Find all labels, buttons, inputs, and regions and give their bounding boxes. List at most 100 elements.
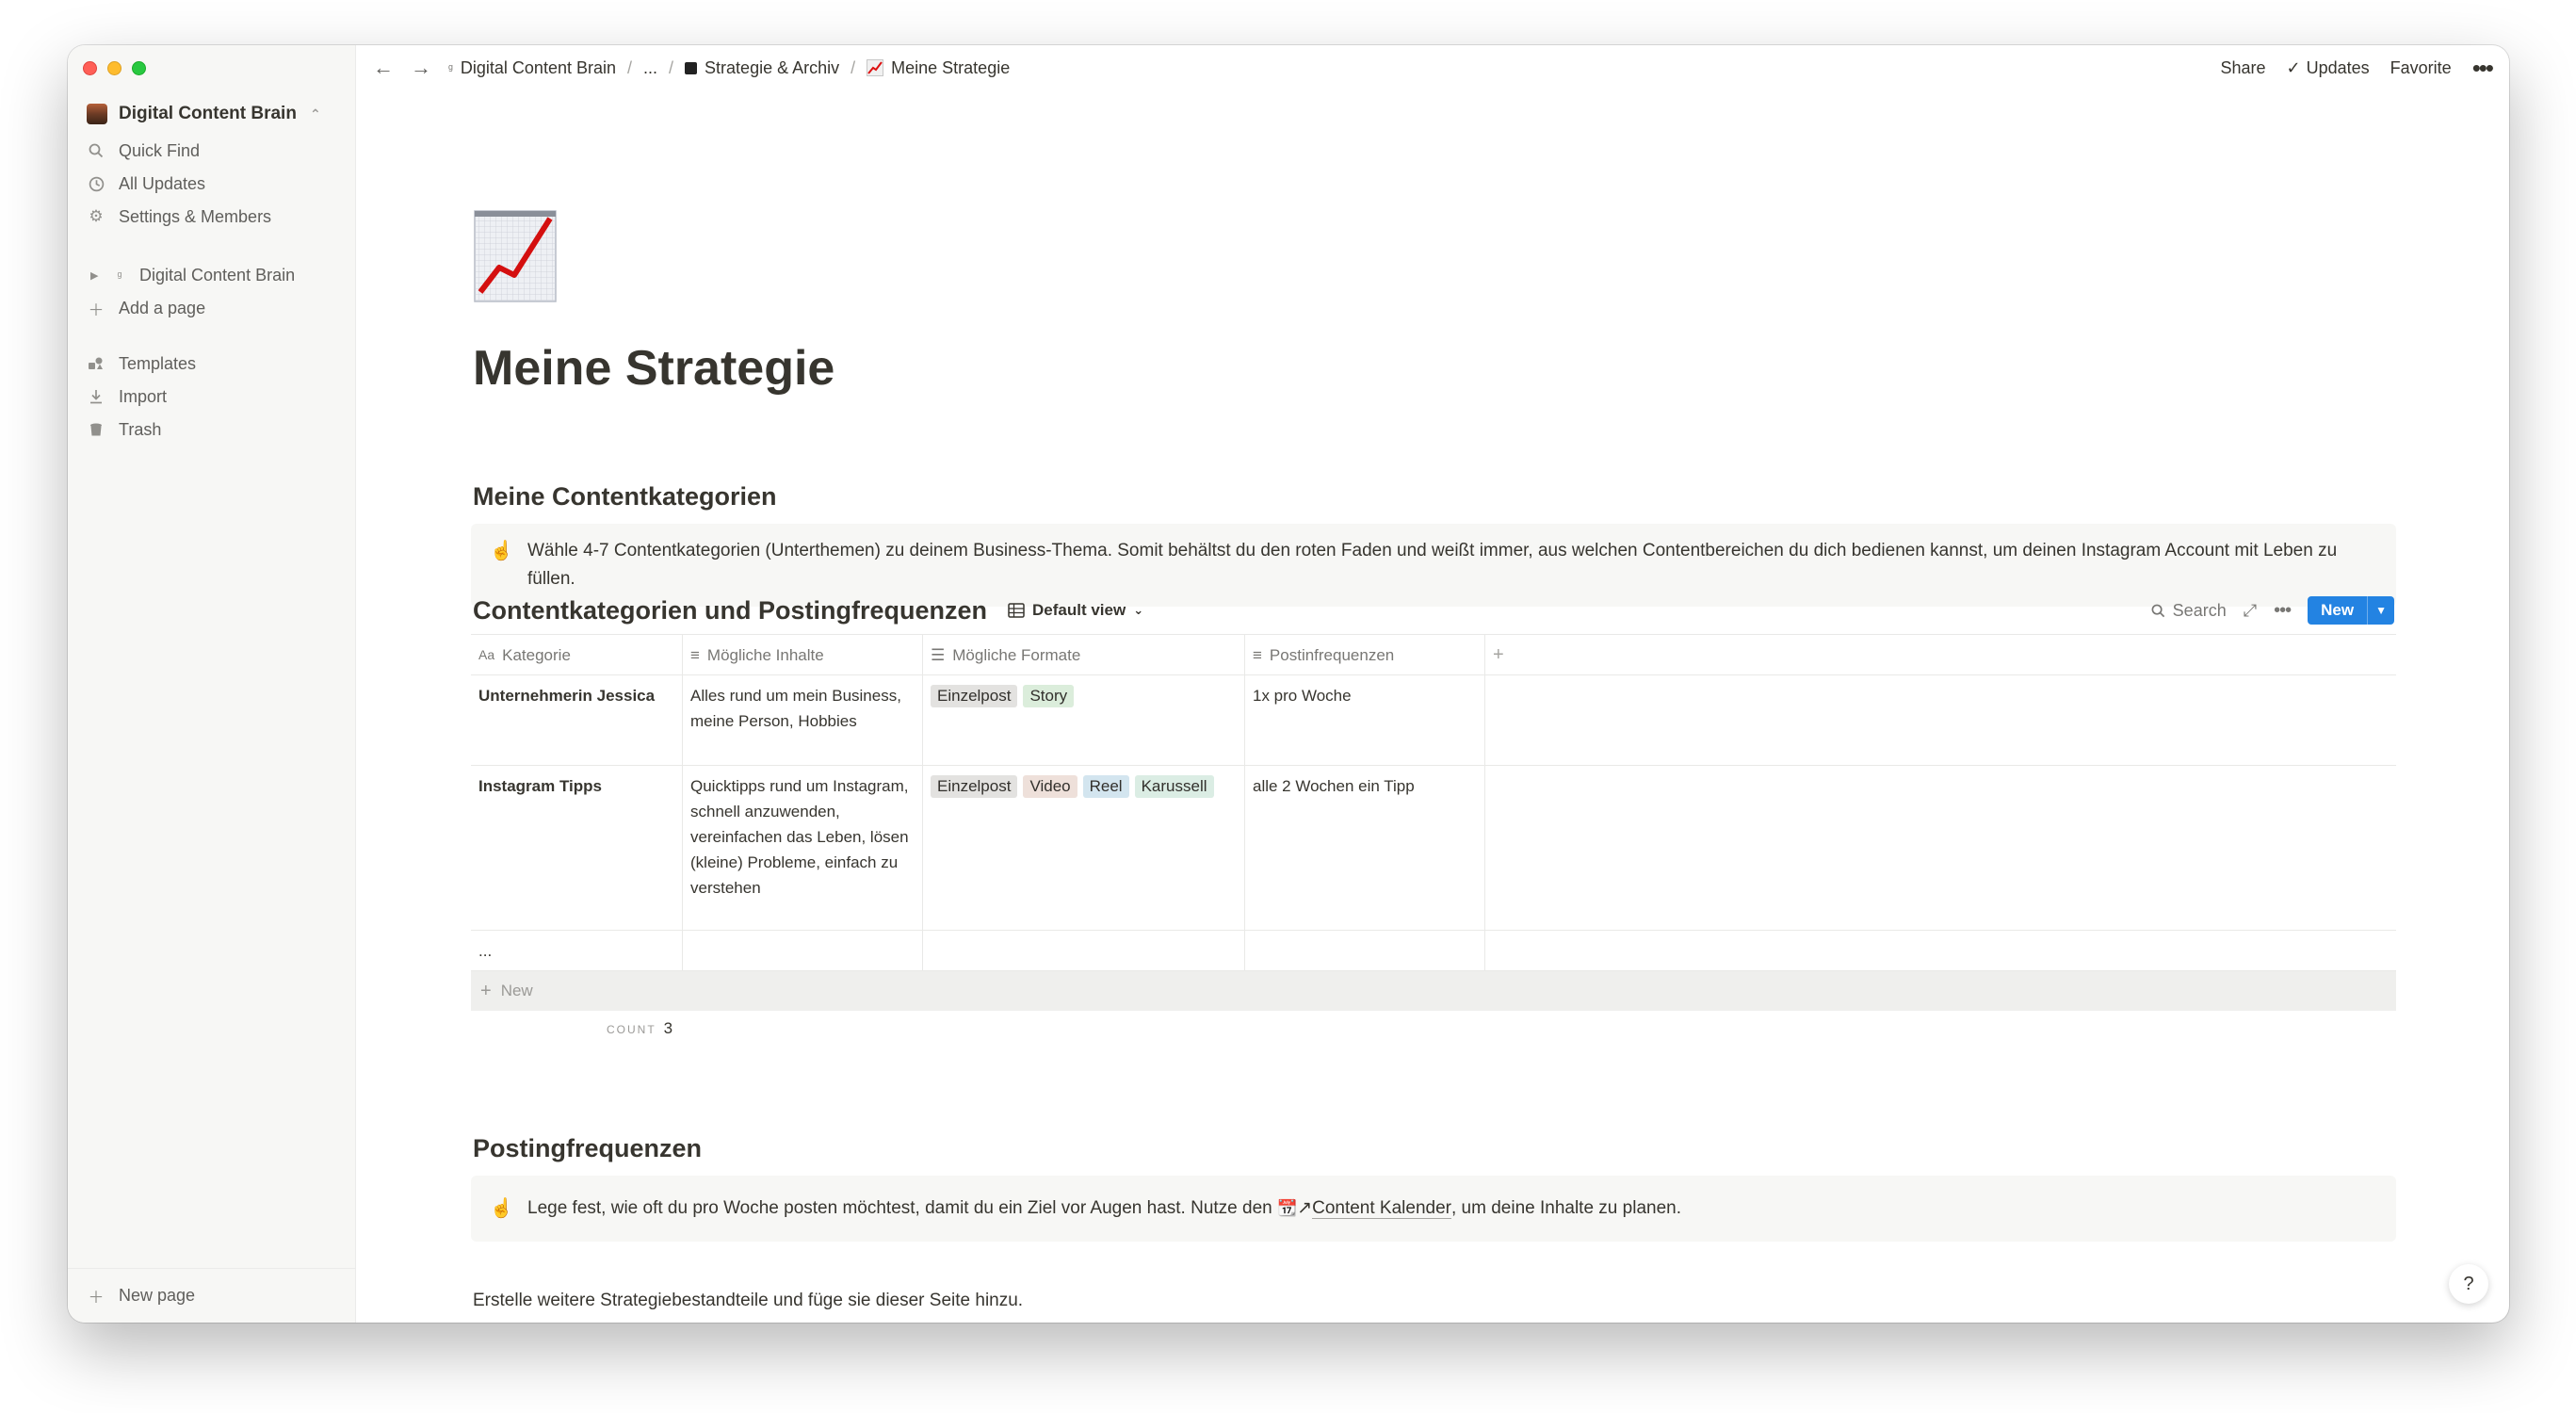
sidebar-item-label: Templates bbox=[119, 353, 197, 373]
sidebar-item-import[interactable]: Import bbox=[87, 382, 336, 412]
pointing-finger-icon: ☝️ bbox=[490, 541, 513, 561]
table-row[interactable]: ... bbox=[471, 931, 2396, 971]
import-icon bbox=[87, 389, 105, 404]
footer-paragraph[interactable]: Erstelle weitere Strategiebestandteile u… bbox=[473, 1291, 1023, 1311]
content-kalender-link[interactable]: Content Kalender bbox=[1312, 1198, 1451, 1219]
sidebar-item-trash[interactable]: Trash bbox=[87, 414, 336, 445]
chart-increasing-icon[interactable] bbox=[473, 209, 558, 303]
cell-empty[interactable] bbox=[1485, 675, 2396, 765]
table-row[interactable]: Instagram Tipps Quicktipps rund um Insta… bbox=[471, 766, 2396, 931]
cell-empty[interactable] bbox=[1485, 766, 2396, 930]
title-property-icon: Aa bbox=[478, 646, 495, 662]
share-button[interactable]: Share bbox=[2220, 58, 2265, 78]
breadcrumb-strategie-archiv[interactable]: Strategie & Archiv bbox=[685, 58, 839, 78]
sidebar-item-label: All Updates bbox=[119, 173, 206, 193]
breadcrumb-current-page[interactable]: Meine Strategie bbox=[867, 58, 1010, 78]
cell-formate[interactable] bbox=[923, 931, 1245, 970]
new-record-button[interactable]: New ▼ bbox=[2308, 596, 2394, 625]
add-column-button[interactable]: + bbox=[1485, 635, 2396, 674]
text-property-icon: ≡ bbox=[690, 645, 700, 664]
app-window: Digital Content Brain ⌃ Quick Find All U… bbox=[68, 45, 2509, 1323]
cell-kategorie[interactable]: Instagram Tipps bbox=[471, 766, 683, 930]
sidebar-item-all-updates[interactable]: All Updates bbox=[87, 169, 336, 199]
page-title[interactable]: Meine Strategie bbox=[473, 340, 834, 397]
cell-kategorie[interactable]: Unternehmerin Jessica bbox=[471, 675, 683, 765]
tag-video: Video bbox=[1023, 775, 1077, 798]
favorite-button[interactable]: Favorite bbox=[2390, 58, 2452, 78]
cell-frequenz[interactable]: 1x pro Woche bbox=[1245, 675, 1485, 765]
cell-inhalte[interactable]: Quicktipps rund um Instagram, schnell an… bbox=[683, 766, 923, 930]
text-property-icon: ≡ bbox=[1253, 645, 1262, 664]
table-header-row: Aa Kategorie ≡ Mögliche Inhalte ☰ Möglic… bbox=[471, 635, 2396, 675]
expand-icon[interactable]: ⤢ bbox=[2244, 601, 2257, 621]
column-header-formate[interactable]: ☰ Mögliche Formate bbox=[923, 635, 1245, 674]
more-options-icon[interactable]: ••• bbox=[2472, 56, 2494, 80]
callout-text: Wähle 4-7 Contentkategorien (Unterthemen… bbox=[527, 541, 2338, 589]
database-search[interactable]: Search bbox=[2151, 601, 2227, 621]
new-page-button[interactable]: ＋ New page bbox=[68, 1268, 355, 1323]
section-heading-postingfrequenzen[interactable]: Postingfrequenzen bbox=[473, 1134, 702, 1163]
callout-postingfrequenzen[interactable]: ☝️ Lege fest, wie oft du pro Woche poste… bbox=[471, 1176, 2396, 1242]
updates-button[interactable]: ✓ Updates bbox=[2287, 58, 2370, 78]
tag-reel: Reel bbox=[1082, 775, 1129, 798]
cell-empty[interactable] bbox=[1485, 931, 2396, 970]
back-arrow-icon[interactable]: ← bbox=[373, 56, 394, 80]
cell-frequenz[interactable]: alle 2 Wochen ein Tipp bbox=[1245, 766, 1485, 930]
database-table: Aa Kategorie ≡ Mögliche Inhalte ☰ Möglic… bbox=[471, 634, 2396, 1011]
breadcrumb-workspace[interactable]: ᵍ Digital Content Brain bbox=[448, 58, 616, 78]
search-icon bbox=[87, 143, 105, 158]
sidebar-item-label: Quick Find bbox=[119, 140, 201, 160]
add-row-button[interactable]: + New bbox=[471, 971, 2396, 1011]
add-row-label: New bbox=[500, 982, 533, 999]
plus-icon: ＋ bbox=[88, 300, 105, 319]
sidebar-item-label: Settings & Members bbox=[119, 206, 272, 226]
zoom-window-button[interactable] bbox=[132, 61, 146, 75]
callout-text-before: Lege fest, wie oft du pro Woche posten m… bbox=[527, 1198, 1277, 1218]
count-aggregation[interactable]: COUNT 3 bbox=[607, 1019, 672, 1038]
chevron-down-icon: ⌄ bbox=[1133, 603, 1144, 617]
expand-triangle-icon[interactable]: ▶ bbox=[90, 269, 100, 282]
database-header: Contentkategorien und Postingfrequenzen … bbox=[473, 590, 2394, 631]
close-window-button[interactable] bbox=[83, 61, 97, 75]
view-switcher[interactable]: Default view ⌄ bbox=[1008, 601, 1143, 620]
breadcrumb-separator: / bbox=[627, 57, 633, 77]
plus-icon: ＋ bbox=[88, 1289, 105, 1307]
sidebar-page-digital-content-brain[interactable]: ▶ ᵍ Digital Content Brain bbox=[87, 260, 336, 290]
cell-frequenz[interactable] bbox=[1245, 931, 1485, 970]
count-label: COUNT bbox=[607, 1023, 656, 1036]
sidebar-item-quick-find[interactable]: Quick Find bbox=[87, 136, 336, 166]
cell-kategorie[interactable]: ... bbox=[471, 931, 683, 970]
cell-inhalte[interactable]: Alles rund um mein Business, meine Perso… bbox=[683, 675, 923, 765]
multi-select-icon: ☰ bbox=[931, 645, 946, 664]
view-name: Default view bbox=[1032, 601, 1126, 619]
cell-inhalte[interactable] bbox=[683, 931, 923, 970]
chevron-down-icon[interactable]: ▼ bbox=[2367, 596, 2394, 625]
help-button[interactable]: ? bbox=[2449, 1264, 2488, 1304]
column-header-frequenzen[interactable]: ≡ Postinfrequenzen bbox=[1245, 635, 1485, 674]
cell-formate[interactable]: Einzelpost Video Reel Karussell bbox=[923, 766, 1245, 930]
tag-story: Story bbox=[1023, 685, 1075, 707]
breadcrumb-label: Digital Content Brain bbox=[460, 57, 616, 77]
column-header-inhalte[interactable]: ≡ Mögliche Inhalte bbox=[683, 635, 923, 674]
add-page-button[interactable]: ＋ Add a page bbox=[87, 293, 336, 323]
trash-icon bbox=[87, 422, 105, 437]
new-record-label[interactable]: New bbox=[2308, 596, 2368, 625]
sidebar-item-templates[interactable]: Templates bbox=[87, 349, 336, 379]
sidebar-item-label: Digital Content Brain bbox=[139, 265, 296, 284]
section-heading-contentkategorien[interactable]: Meine Contentkategorien bbox=[473, 482, 777, 512]
minimize-window-button[interactable] bbox=[107, 61, 122, 75]
more-options-icon[interactable]: ••• bbox=[2274, 600, 2292, 622]
forward-arrow-icon[interactable]: → bbox=[411, 56, 431, 80]
gear-icon: ⚙ bbox=[89, 207, 104, 225]
database-title[interactable]: Contentkategorien und Postingfrequenzen bbox=[473, 596, 987, 625]
breadcrumb-separator: / bbox=[669, 57, 674, 77]
workspace-switcher[interactable]: Digital Content Brain ⌃ bbox=[87, 98, 336, 130]
column-header-kategorie[interactable]: Aa Kategorie bbox=[471, 635, 683, 674]
cell-formate[interactable]: Einzelpost Story bbox=[923, 675, 1245, 765]
sidebar-item-settings[interactable]: ⚙ Settings & Members bbox=[87, 202, 336, 232]
table-row[interactable]: Unternehmerin Jessica Alles rund um mein… bbox=[471, 675, 2396, 766]
templates-icon bbox=[87, 356, 105, 371]
sidebar-item-label: Import bbox=[119, 386, 168, 406]
chevron-updown-icon: ⌃ bbox=[309, 106, 321, 122]
breadcrumb-ellipsis[interactable]: ... bbox=[643, 58, 657, 78]
